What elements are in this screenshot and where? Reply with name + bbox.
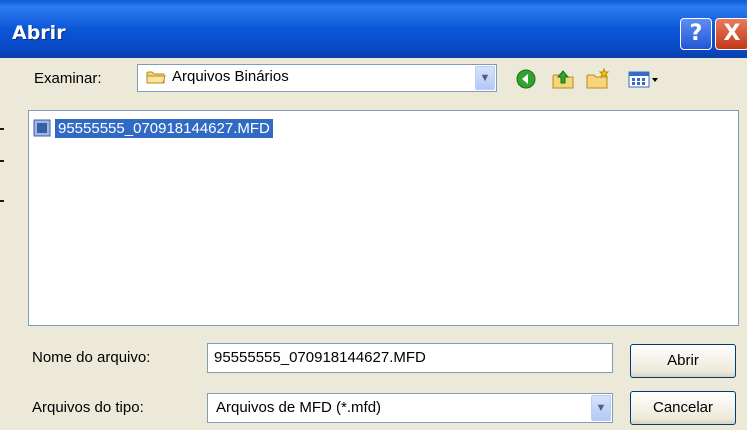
left-edge-mark [0, 160, 4, 162]
title-bar[interactable]: Abrir ? X [0, 0, 747, 58]
lookin-value: Arquivos Binários [172, 68, 289, 85]
close-button[interactable]: X [715, 18, 747, 50]
lookin-combo[interactable]: Arquivos Binários ▼ [137, 64, 497, 92]
file-list[interactable]: 95555555_070918144627.MFD [28, 110, 739, 326]
file-list-item[interactable]: 95555555_070918144627.MFD [33, 117, 274, 139]
filetype-value: Arquivos de MFD (*.mfd) [216, 399, 382, 416]
chevron-down-icon[interactable]: ▼ [475, 66, 495, 90]
cancel-button[interactable]: Cancelar [630, 391, 736, 425]
chevron-down-icon[interactable]: ▼ [591, 395, 611, 421]
up-folder-icon[interactable] [551, 68, 577, 90]
file-icon [33, 119, 51, 137]
filename-label: Nome do arquivo: [32, 349, 151, 366]
filename-input[interactable]: 95555555_070918144627.MFD [207, 343, 613, 373]
file-name: 95555555_070918144627.MFD [54, 117, 274, 139]
folder-icon [146, 71, 166, 84]
window-title: Abrir [12, 22, 66, 44]
open-button[interactable]: Abrir [630, 344, 736, 378]
filetype-combo[interactable]: Arquivos de MFD (*.mfd) ▼ [207, 393, 613, 423]
views-menu-icon[interactable] [627, 68, 661, 90]
help-button[interactable]: ? [680, 18, 712, 50]
back-icon[interactable] [515, 68, 537, 90]
left-edge-mark [0, 200, 4, 202]
left-edge-mark [0, 128, 4, 130]
lookin-label: Examinar: [34, 70, 102, 87]
filetype-label: Arquivos do tipo: [32, 399, 144, 416]
new-folder-icon[interactable] [585, 68, 611, 90]
